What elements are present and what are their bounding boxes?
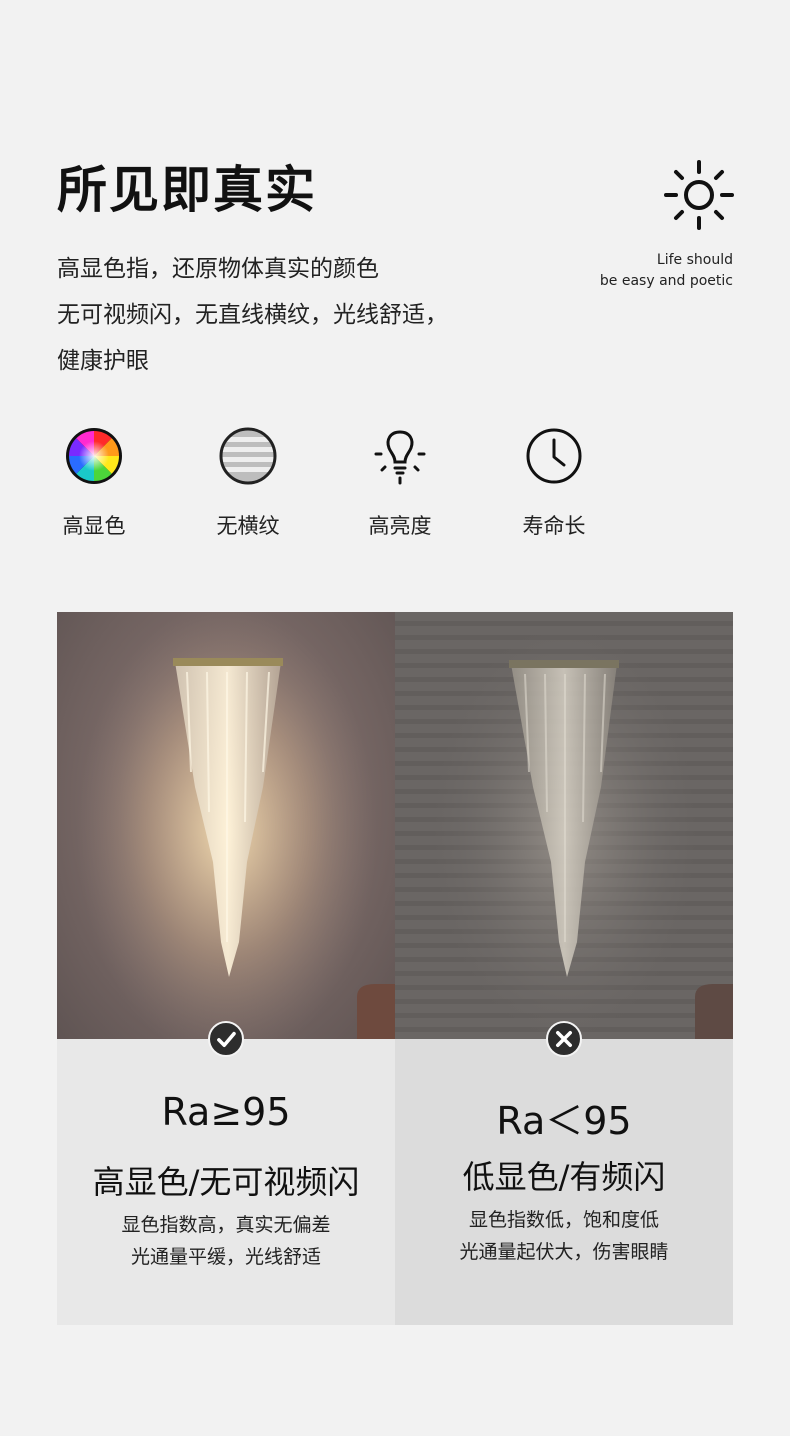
wall-lamp-photo-warm: [57, 612, 395, 1039]
detail-line-2: 光通量起伏大，伤害眼睛: [459, 1241, 669, 1263]
check-icon: [208, 1021, 244, 1057]
detail-line-1: 显色指数高，真实无偏差: [121, 1214, 331, 1236]
cri-value: Ra≥95: [161, 1090, 291, 1134]
feature-long-life: 寿命长: [514, 426, 594, 540]
comparison-good-panel: Ra≥95 高显色/无可视频闪 显色指数高，真实无偏差 光通量平缓，光线舒适: [57, 612, 395, 1325]
light-bulb-icon: [374, 430, 426, 485]
clock-icon: [526, 428, 582, 484]
sun-icon: [664, 160, 734, 230]
comparison-details: 显色指数高，真实无偏差 光通量平缓，光线舒适: [57, 1209, 395, 1273]
page: 所见即真实 Life should be easy and poetic 高显色…: [0, 10, 790, 1426]
feature-high-cri: 高显色: [54, 426, 134, 540]
horizontal-lines-icon: [219, 427, 277, 485]
slogan-line-1: Life should: [656, 252, 733, 268]
cross-icon: [546, 1021, 582, 1057]
feature-label: 无横纹: [216, 514, 280, 538]
description: 高显色指，还原物体真实的颜色 无可视频闪，无直线横纹，光线舒适， 健康护眼: [57, 246, 448, 384]
feature-list: 高显色 无横纹 高亮度 寿命长: [57, 426, 657, 546]
slogan-line-2: be easy and poetic: [599, 273, 733, 289]
slogan: Life should be easy and poetic: [600, 250, 733, 292]
color-wheel-icon: [66, 428, 122, 484]
detail-line-2: 光通量平缓，光线舒适: [130, 1246, 321, 1268]
comparison-section: Ra≥95 高显色/无可视频闪 显色指数高，真实无偏差 光通量平缓，光线舒适 R…: [57, 612, 733, 1325]
page-title: 所见即真实: [57, 161, 317, 219]
comparison-heading: 低显色/有频闪: [462, 1158, 666, 1196]
description-line-3: 健康护眼: [57, 348, 149, 374]
description-line-1: 高显色指，还原物体真实的颜色: [57, 256, 379, 282]
description-line-2: 无可视频闪，无直线横纹，光线舒适，: [57, 302, 448, 328]
feature-label: 寿命长: [522, 514, 586, 538]
wall-lamp-photo-dim: [395, 612, 733, 1039]
feature-label: 高显色: [62, 514, 126, 538]
feature-high-brightness: 高亮度: [360, 426, 440, 540]
cri-value: Ra＜95: [496, 1099, 632, 1143]
comparison-bad-panel: Ra＜95 低显色/有频闪 显色指数低，饱和度低 光通量起伏大，伤害眼睛: [395, 612, 733, 1325]
detail-line-1: 显色指数低，饱和度低: [468, 1209, 659, 1231]
feature-label: 高亮度: [368, 514, 432, 538]
comparison-details: 显色指数低，饱和度低 光通量起伏大，伤害眼睛: [395, 1204, 733, 1268]
feature-no-stripes: 无横纹: [208, 426, 288, 540]
comparison-heading: 高显色/无可视频闪: [92, 1163, 360, 1201]
